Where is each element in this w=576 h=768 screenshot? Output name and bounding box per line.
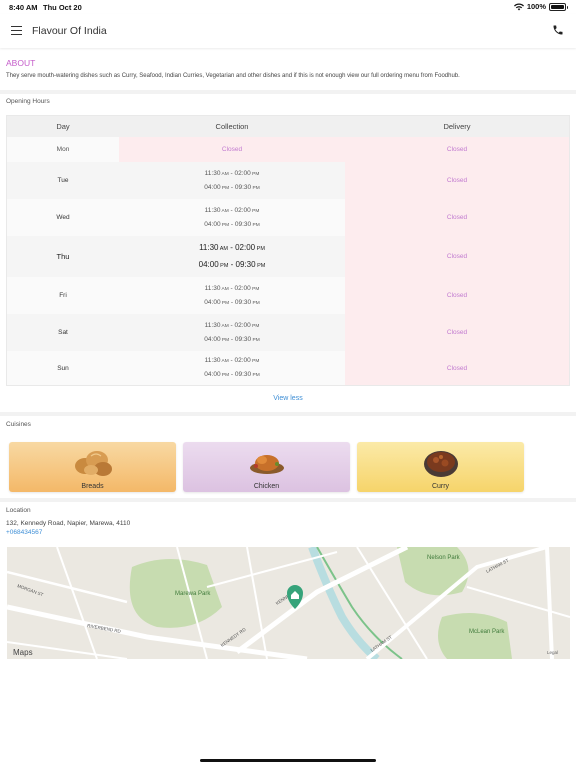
row-delivery: Closed (345, 277, 569, 314)
row-day: Wed (7, 199, 119, 236)
row-collection: Closed (119, 137, 345, 162)
row-day: Thu (7, 236, 119, 277)
battery-percent: 100% (526, 2, 546, 11)
status-right: 100% (513, 2, 568, 11)
cuisine-card-curry[interactable]: Curry (357, 442, 524, 492)
cuisine-label: Curry (431, 483, 450, 490)
row-day: Tue (7, 162, 119, 199)
row-day: Sun (7, 351, 119, 385)
collection-time-range: 11:30 AM - 02:00 PM (204, 284, 260, 292)
map-park-label: McLean Park (469, 629, 505, 635)
opening-hours-label: Opening Hours (6, 98, 50, 105)
table-row: Wed 11:30 AM - 02:00 PM 04:00 PM - 09:30 … (7, 199, 569, 236)
row-collection: 11:30 AM - 02:00 PM 04:00 PM - 09:30 PM (119, 277, 345, 314)
collection-time-range: 04:00 PM - 09:30 PM (204, 183, 260, 191)
table-row: Tue 11:30 AM - 02:00 PM 04:00 PM - 09:30 … (7, 162, 569, 199)
header-collection: Collection (215, 122, 249, 131)
row-collection: 11:30 AM - 02:00 PM 04:00 PM - 09:30 PM (119, 351, 345, 385)
hamburger-menu-icon[interactable] (11, 26, 22, 35)
table-row: Fri 11:30 AM - 02:00 PM 04:00 PM - 09:30 … (7, 277, 569, 314)
collection-time-range: 11:30 AM - 02:00 PM (199, 242, 265, 252)
row-delivery: Closed (345, 162, 569, 199)
cuisines-label: Cuisines (6, 421, 31, 428)
row-day: Fri (7, 277, 119, 314)
map-legal-link: Legal (547, 650, 558, 655)
collection-time-range: 11:30 AM - 02:00 PM (204, 321, 260, 329)
row-delivery: Closed (345, 351, 569, 385)
status-date: Thu Oct 20 (43, 3, 82, 12)
about-text: They serve mouth-watering dishes such as… (6, 73, 460, 79)
map-graphic: Marewa Park Nelson Park McLean Park KENN… (7, 547, 570, 659)
divider (0, 90, 576, 94)
table-header: Day Collection Delivery (7, 116, 569, 137)
location-label: Location (6, 507, 31, 514)
table-row: Sat 11:30 AM - 02:00 PM 04:00 PM - 09:30 … (7, 314, 569, 351)
divider (0, 412, 576, 416)
row-collection: 11:30 AM - 02:00 PM 04:00 PM - 09:30 PM (119, 236, 345, 277)
about-heading: ABOUT (6, 58, 36, 68)
address-text: 132, Kennedy Road, Napier, Marewa, 4110 (6, 520, 131, 527)
collection-time-range: 11:30 AM - 02:00 PM (204, 169, 260, 177)
wifi-icon (513, 2, 524, 10)
curry-bowl-icon (423, 451, 458, 477)
cuisine-label: Chicken (253, 483, 280, 490)
table-row: Mon Closed Closed (7, 137, 569, 162)
collection-time-range: 04:00 PM - 09:30 PM (198, 259, 266, 269)
status-bar: 8:40 AM Thu Oct 20 100% (0, 0, 576, 14)
location-map[interactable]: Marewa Park Nelson Park McLean Park KENN… (7, 547, 570, 659)
row-delivery: Closed (345, 199, 569, 236)
row-day: Mon (7, 137, 119, 162)
map-park-label: Nelson Park (427, 555, 461, 561)
page-title: Flavour Of India (32, 25, 107, 37)
map-park-label: Marewa Park (175, 591, 211, 597)
table-row-today: Thu 11:30 AM - 02:00 PM 04:00 PM - 09:30 … (7, 236, 569, 277)
battery-icon (549, 2, 568, 11)
row-collection: 11:30 AM - 02:00 PM 04:00 PM - 09:30 PM (119, 314, 345, 351)
phone-icon[interactable] (552, 24, 564, 36)
bread-icon (74, 451, 112, 476)
about-section: ABOUT They serve mouth-watering dishes s… (0, 52, 576, 88)
row-delivery: Closed (345, 137, 569, 162)
app-bar: Flavour Of India (0, 14, 576, 48)
view-less-link[interactable]: View less (0, 395, 576, 402)
opening-hours-table: Day Collection Delivery Mon Closed Close… (6, 115, 570, 386)
row-collection: 11:30 AM - 02:00 PM 04:00 PM - 09:30 PM (119, 162, 345, 199)
collection-time-range: 04:00 PM - 09:30 PM (204, 220, 260, 228)
status-time: 8:40 AM (9, 3, 38, 12)
map-attribution: Maps (13, 648, 33, 657)
cuisine-card-chicken[interactable]: Chicken (183, 442, 350, 492)
row-day: Sat (7, 314, 119, 351)
cuisine-card-breads[interactable]: Breads (9, 442, 176, 492)
phone-link[interactable]: +068434567 (6, 529, 42, 536)
collection-time-range: 04:00 PM - 09:30 PM (204, 371, 260, 378)
collection-time-range: 04:00 PM - 09:30 PM (204, 298, 260, 306)
collection-time-range: 04:00 PM - 09:30 PM (204, 335, 260, 343)
roast-chicken-icon (249, 455, 284, 474)
home-indicator[interactable] (200, 759, 376, 762)
divider (0, 498, 576, 502)
row-delivery: Closed (345, 314, 569, 351)
row-delivery: Closed (345, 236, 569, 277)
collection-time-range: 11:30 AM - 02:00 PM (204, 357, 260, 364)
cuisine-label: Breads (81, 483, 104, 490)
park-area (438, 613, 512, 659)
collection-time-range: 11:30 AM - 02:00 PM (204, 206, 260, 214)
header-delivery: Delivery (443, 122, 471, 131)
header-day: Day (56, 122, 70, 131)
row-collection: 11:30 AM - 02:00 PM 04:00 PM - 09:30 PM (119, 199, 345, 236)
table-row: Sun 11:30 AM - 02:00 PM 04:00 PM - 09:30 … (7, 351, 569, 385)
